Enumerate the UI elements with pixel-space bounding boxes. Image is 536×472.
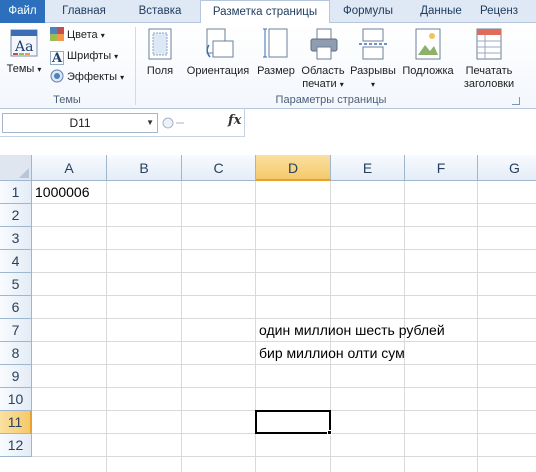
fonts-icon: A <box>50 51 64 66</box>
size-button[interactable]: Размер <box>254 27 298 78</box>
column-header-e[interactable]: E <box>331 155 405 181</box>
chevron-down-icon[interactable]: ▼ <box>146 114 154 132</box>
cell-a1[interactable]: 1000006 <box>33 181 90 204</box>
row-header-3[interactable]: 3 <box>0 227 32 250</box>
tab-data[interactable]: Данные <box>410 0 472 23</box>
theme-effects-label: Эффекты <box>67 71 118 83</box>
gridline <box>477 181 478 472</box>
print-titles-icon <box>476 28 502 60</box>
row-header-11[interactable]: 11 <box>0 411 32 434</box>
row-header-5[interactable]: 5 <box>0 273 32 296</box>
select-all-button[interactable] <box>0 155 32 181</box>
tab-page-layout[interactable]: Разметка страницы <box>200 0 330 24</box>
cell-d8[interactable]: бир миллион олти сум <box>257 342 405 365</box>
breaks-button[interactable]: Разрывы ▾ <box>348 27 398 91</box>
svg-text:Aa: Aa <box>14 39 33 55</box>
print-titles-label-2: заголовки <box>463 78 515 90</box>
name-box[interactable]: D11 ▼ <box>2 113 158 133</box>
tab-file[interactable]: Файл <box>0 0 45 23</box>
gridline <box>181 181 182 472</box>
theme-colors-label: Цвета <box>67 29 98 41</box>
row-header-12[interactable]: 12 <box>0 434 32 457</box>
gridline <box>32 387 536 388</box>
formula-bar-resize-handle[interactable] <box>162 117 222 129</box>
page-setup-dialog-launcher-icon[interactable] <box>512 97 520 105</box>
orientation-button[interactable]: Ориентация <box>182 27 254 78</box>
insert-function-icon[interactable]: fx <box>228 113 241 128</box>
chevron-down-icon: ▾ <box>37 65 42 74</box>
formula-input[interactable] <box>244 109 536 137</box>
row-header-9[interactable]: 9 <box>0 365 32 388</box>
gridline <box>32 295 536 296</box>
column-header-b[interactable]: B <box>107 155 182 181</box>
breaks-icon <box>359 28 387 60</box>
row-header-2[interactable]: 2 <box>0 204 32 227</box>
row-header-4[interactable]: 4 <box>0 250 32 273</box>
active-cell-border[interactable] <box>255 410 331 434</box>
page-size-icon <box>263 28 288 58</box>
theme-colors-button[interactable]: Цвета ▾ <box>50 26 105 45</box>
chevron-down-icon: ▾ <box>120 73 125 82</box>
cell-d7[interactable]: один миллион шесть рублей <box>257 319 445 342</box>
ribbon-tab-bar: Файл Главная Вставка Разметка страницы Ф… <box>0 0 536 24</box>
chevron-down-icon: ▾ <box>114 52 119 61</box>
margins-label: Поля <box>146 65 174 77</box>
row-header-1[interactable]: 1 <box>0 181 32 204</box>
column-header-f[interactable]: F <box>405 155 478 181</box>
themes-button[interactable]: Aa Темы ▾ <box>4 27 44 76</box>
print-area-button[interactable]: Область печати ▾ <box>298 27 348 91</box>
print-titles-label-1: Печатать <box>465 65 513 77</box>
row-header-10[interactable]: 10 <box>0 388 32 411</box>
background-icon <box>415 28 441 60</box>
gridline <box>106 181 107 472</box>
column-header-a[interactable]: A <box>32 155 107 181</box>
background-label: Подложка <box>402 65 454 77</box>
orientation-icon <box>206 28 234 58</box>
gridline <box>32 272 536 273</box>
worksheet-grid[interactable]: ABCDEFG 1 2 3 4 5 6 7 8 9 10 11 12 1000006 один милл… <box>0 155 536 472</box>
orientation-label: Ориентация <box>186 65 250 77</box>
theme-fonts-button[interactable]: A Шрифты ▾ <box>50 47 118 66</box>
background-button[interactable]: Подложка <box>398 27 458 78</box>
formula-bar: D11 ▼ fx <box>0 109 536 137</box>
gridline <box>32 203 536 204</box>
colors-icon <box>50 27 64 41</box>
size-label: Размер <box>257 65 295 77</box>
page-setup-group-caption: Параметры страницы <box>275 94 387 106</box>
breaks-label: Разрывы <box>350 65 396 77</box>
print-area-label-1: Область <box>301 65 345 77</box>
column-header-g[interactable]: G <box>478 155 536 181</box>
chevron-down-icon: ▾ <box>370 80 375 89</box>
margins-button[interactable]: Поля <box>142 27 178 78</box>
gridline <box>32 456 536 457</box>
tab-insert[interactable]: Вставка <box>128 0 192 23</box>
margins-icon <box>148 28 172 60</box>
gridline <box>32 226 536 227</box>
print-area-icon <box>310 28 338 60</box>
column-header-c[interactable]: C <box>182 155 256 181</box>
print-area-label-2: печати <box>302 78 337 90</box>
tab-home[interactable]: Главная <box>52 0 116 23</box>
name-box-value: D11 <box>69 116 91 130</box>
row-header-7[interactable]: 7 <box>0 319 32 342</box>
chevron-down-icon: ▾ <box>339 80 344 89</box>
theme-effects-button[interactable]: Эффекты ▾ <box>50 68 124 87</box>
tab-review[interactable]: Реценз <box>480 0 536 23</box>
row-header-6[interactable]: 6 <box>0 296 32 319</box>
ribbon: Aa Темы ▾ Цвета ▾ A Шрифты ▾ Эффекты ▾ Те… <box>0 23 536 109</box>
column-header-d[interactable]: D <box>256 155 331 181</box>
formula-bar-gap <box>0 137 536 155</box>
print-titles-button[interactable]: Печатать заголовки <box>458 27 520 91</box>
gridline <box>32 249 536 250</box>
fill-handle[interactable] <box>327 430 332 435</box>
row-header-8[interactable]: 8 <box>0 342 32 365</box>
themes-icon: Aa <box>10 29 38 57</box>
themes-button-label: Темы <box>6 63 35 75</box>
theme-fonts-label: Шрифты <box>67 50 112 62</box>
chevron-down-icon: ▾ <box>100 31 105 40</box>
tab-formulas[interactable]: Формулы <box>336 0 400 23</box>
themes-group-caption: Темы <box>53 94 81 106</box>
effects-icon <box>50 69 64 83</box>
